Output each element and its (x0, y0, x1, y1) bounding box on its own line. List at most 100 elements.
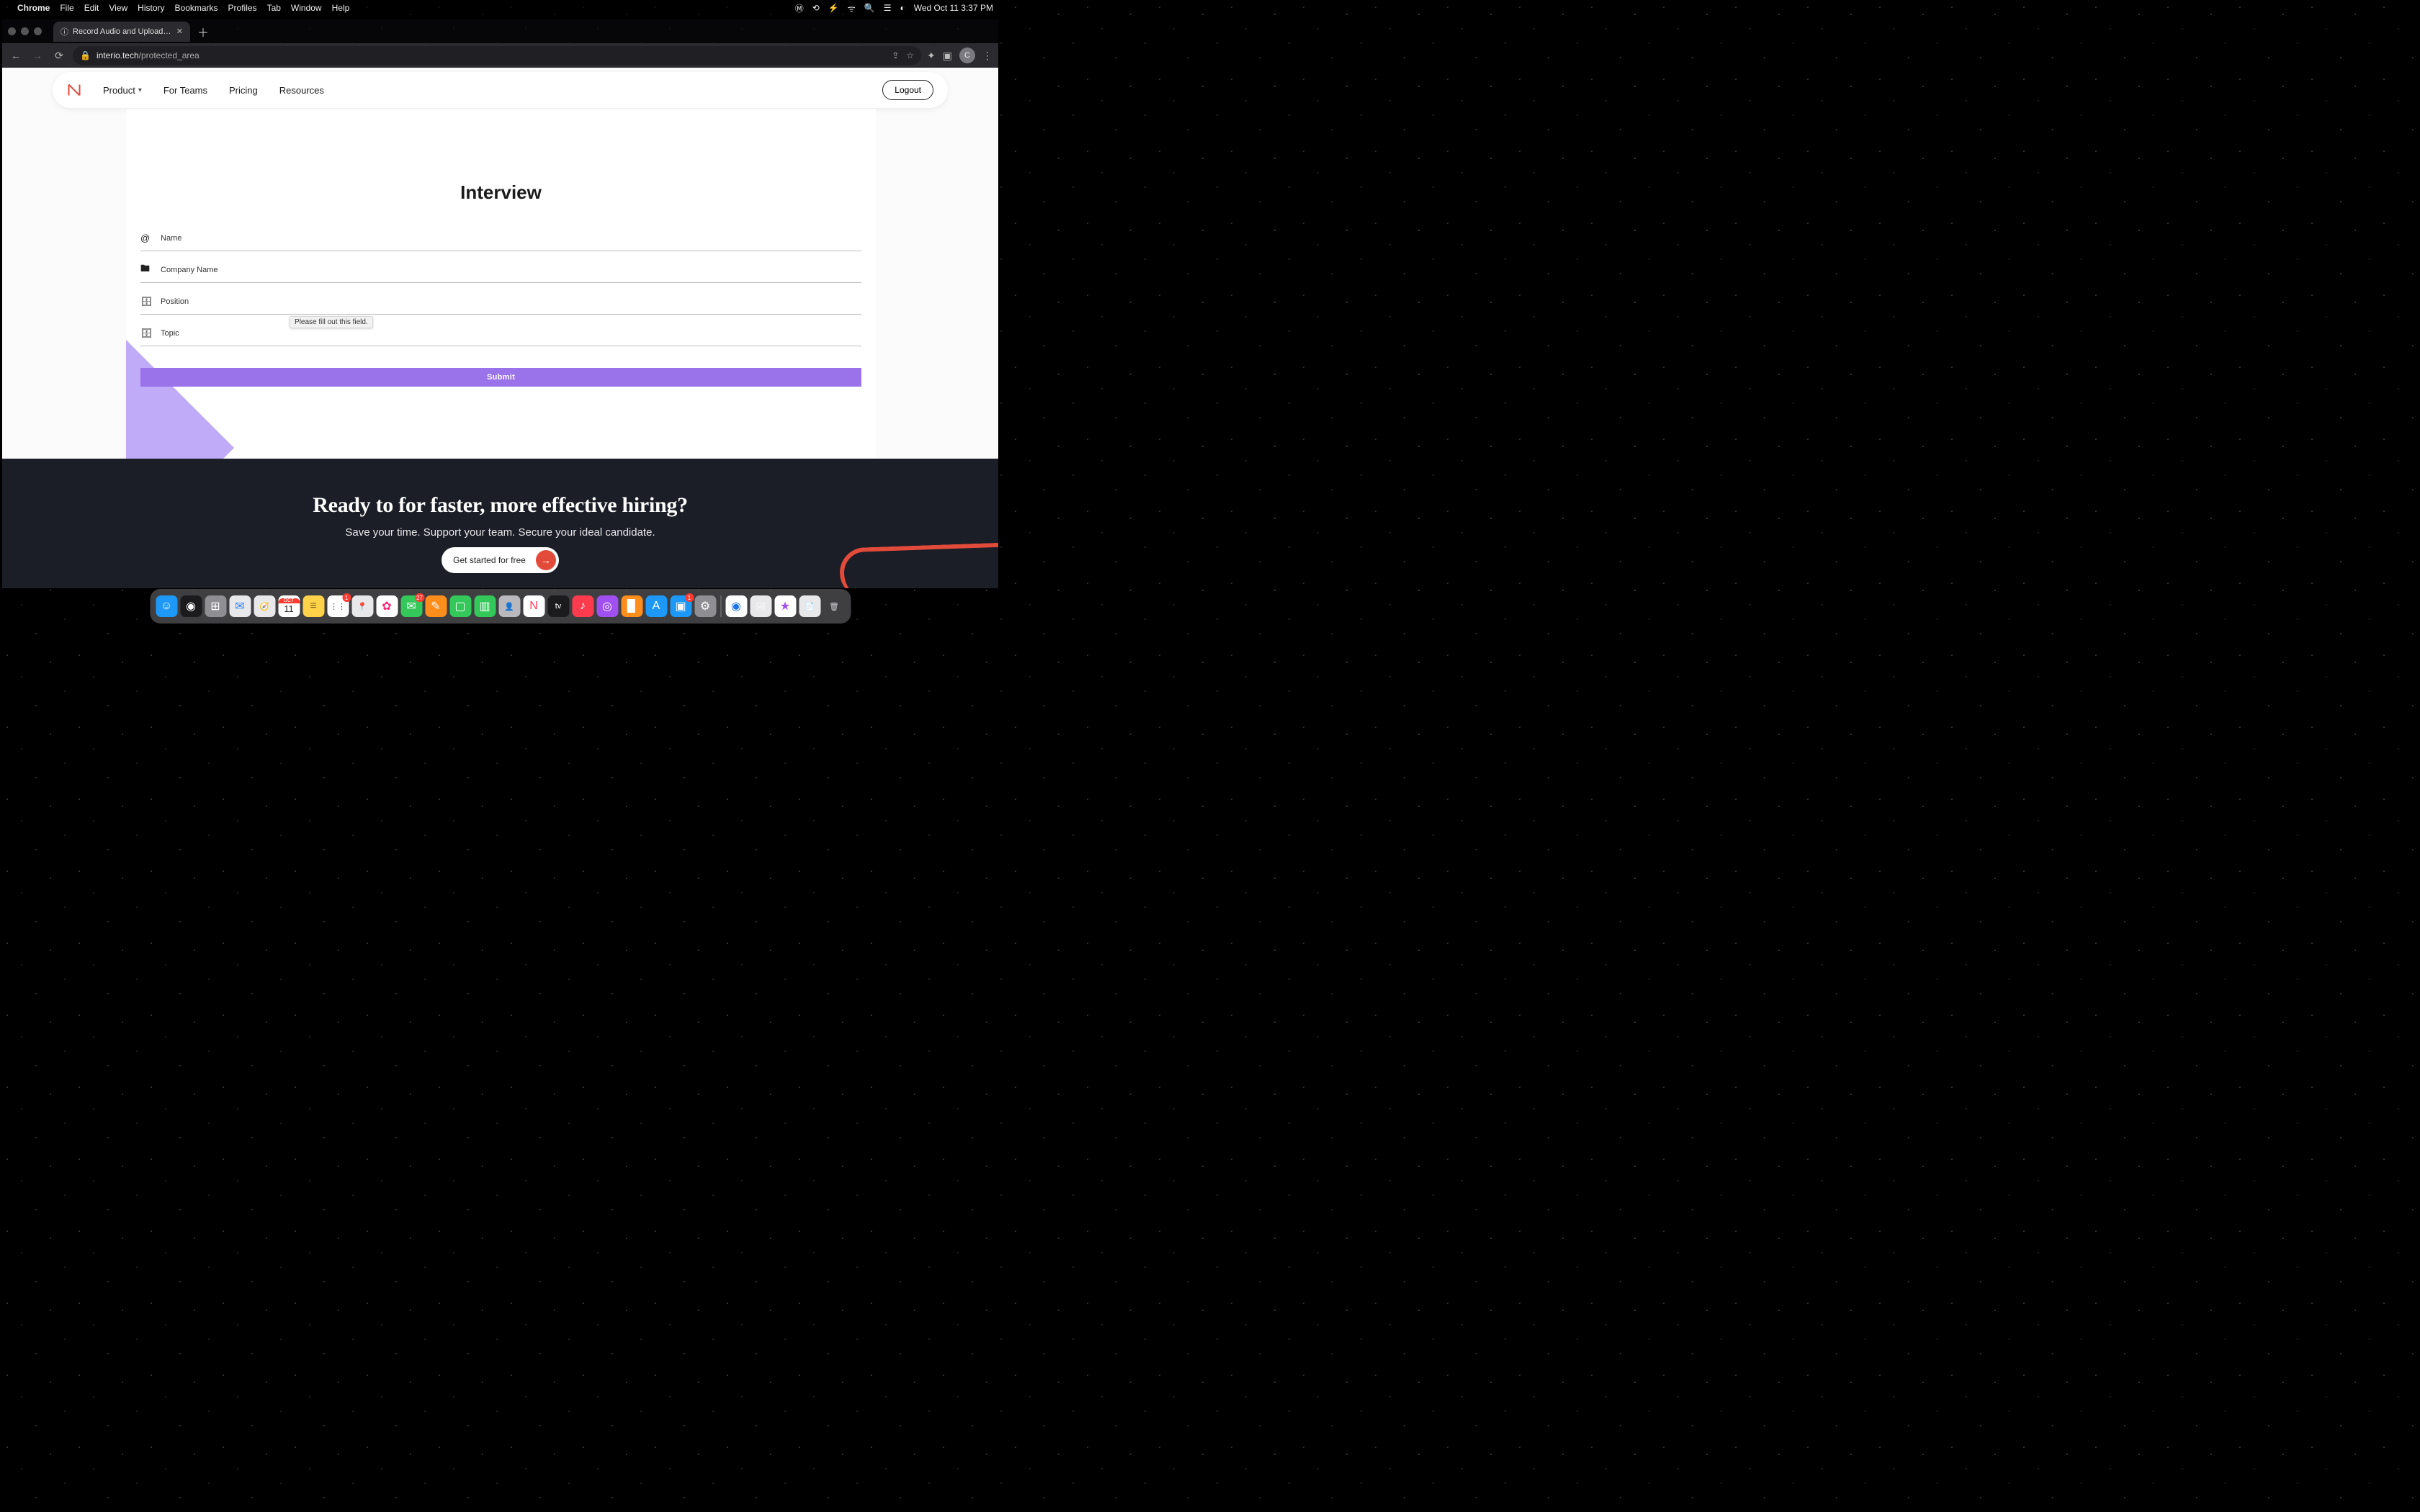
footer-sub: Save your time. Support your team. Secur… (345, 526, 655, 539)
malwarebytes-icon[interactable]: Ⓜ (795, 2, 804, 14)
menu-view[interactable]: View (109, 3, 127, 13)
reload-button[interactable]: ⟳ (51, 50, 67, 62)
lock-icon: 🔒 (80, 50, 91, 60)
user-icon[interactable]: ◐ (900, 3, 905, 13)
cc-icon[interactable]: ⟲ (812, 3, 820, 13)
menu-help[interactable]: Help (332, 3, 350, 13)
dock-reminders[interactable]: ⋮⋮1 (327, 595, 349, 617)
back-button[interactable]: ← (8, 50, 24, 61)
position-input[interactable] (161, 297, 861, 306)
dock-numbers[interactable]: ▥ (474, 595, 496, 617)
dock-preview[interactable]: 🖼 (750, 595, 771, 617)
form-title: Interview (140, 181, 861, 204)
profile-avatar[interactable]: C (959, 48, 975, 63)
field-topic: 🗄 (140, 320, 861, 346)
window-close[interactable] (8, 27, 16, 35)
control-center-icon[interactable]: ☰ (884, 3, 892, 13)
dock-settings[interactable]: ⚙ (694, 595, 716, 617)
dock-maps[interactable]: 📍 (351, 595, 373, 617)
app-name[interactable]: Chrome (17, 3, 50, 13)
site-logo-icon[interactable] (67, 82, 81, 98)
dock-itunes[interactable]: ★ (774, 595, 796, 617)
dock-news[interactable]: N (523, 595, 544, 617)
cta-footer: Ready to for faster, more effective hiri… (2, 459, 998, 588)
clock[interactable]: Wed Oct 11 3:37 PM (914, 3, 993, 13)
spotlight-icon[interactable]: 🔍 (864, 3, 875, 13)
url-domain: interio.tech (97, 50, 139, 60)
nav-product[interactable]: Product▾ (103, 85, 142, 96)
browser-toolbar: ← → ⟳ 🔒 interio.tech/protected_area ⇪ ☆ … (2, 43, 998, 68)
browser-tab[interactable]: ⓘ Record Audio and Upload to E ✕ (53, 22, 190, 42)
dock-contacts[interactable]: 👤 (498, 595, 520, 617)
topic-input[interactable] (161, 329, 861, 338)
name-input[interactable] (161, 234, 861, 243)
close-tab-icon[interactable]: ✕ (176, 27, 183, 36)
footer-headline: Ready to for faster, more effective hiri… (313, 493, 688, 518)
dock-photos[interactable]: ✿ (376, 595, 398, 617)
dock-messages[interactable]: ✉27 (400, 595, 422, 617)
logout-button[interactable]: Logout (882, 80, 933, 100)
dock-finder[interactable]: ☺ (156, 595, 177, 617)
url-path: /protected_area (139, 50, 200, 60)
macos-menubar: Chrome File Edit View History Bookmarks … (0, 0, 1000, 16)
badge: 1 (342, 593, 351, 602)
dock-launchpad[interactable]: ⊞ (205, 595, 226, 617)
menu-bookmarks[interactable]: Bookmarks (175, 3, 218, 13)
arrow-right-icon: → (536, 550, 556, 570)
sidepanel-icon[interactable]: ▣ (943, 50, 952, 62)
wifi-icon[interactable]: ᯤ (848, 2, 856, 14)
menu-profiles[interactable]: Profiles (228, 3, 257, 13)
nav-resources[interactable]: Resources (279, 85, 324, 96)
dock-safari[interactable]: 🧭 (254, 595, 275, 617)
dock-calendar[interactable]: OCT11 (278, 595, 300, 617)
dock-facetime[interactable]: ▢ (449, 595, 471, 617)
dock-separator (720, 595, 721, 617)
dock-music[interactable]: ♪ (572, 595, 593, 617)
battery-icon[interactable]: ⚡ (828, 3, 839, 13)
decorative-squiggle (839, 541, 998, 588)
at-icon: @ (140, 233, 151, 243)
page-viewport: Product▾ For Teams Pricing Resources Log… (2, 68, 998, 588)
site-nav: Product▾ For Teams Pricing Resources Log… (53, 72, 948, 108)
macos-dock: ☺◉⊞✉🧭OCT11≡⋮⋮1📍✿✉27✎▢▥👤Ntv♪◎▉A▣1⚙◉🖼★📄🗑 (150, 589, 851, 624)
forward-button[interactable]: → (30, 50, 45, 61)
dock-podcasts[interactable]: ◎ (596, 595, 618, 617)
new-tab-button[interactable]: ＋ (194, 23, 212, 40)
field-company: 🖿 (140, 257, 861, 283)
dock-trash[interactable]: 🗑 (823, 595, 845, 617)
menu-window[interactable]: Window (291, 3, 322, 13)
dock-mail[interactable]: ✉ (229, 595, 251, 617)
menu-file[interactable]: File (60, 3, 73, 13)
dock-textedit[interactable]: 📄 (799, 595, 820, 617)
tab-strip: ⓘ Record Audio and Upload to E ✕ ＋ (2, 19, 998, 43)
dock-notes[interactable]: ≡ (302, 595, 324, 617)
dock-zoom[interactable]: ▣1 (670, 595, 691, 617)
get-started-button[interactable]: Get started for free → (442, 547, 559, 573)
nav-for-teams[interactable]: For Teams (163, 85, 207, 96)
field-position: 🗄 (140, 289, 861, 315)
company-input[interactable] (161, 266, 861, 274)
dock-tv[interactable]: tv (547, 595, 569, 617)
info-icon: ⓘ (60, 26, 68, 37)
chevron-down-icon: ▾ (138, 86, 142, 94)
menu-tab[interactable]: Tab (267, 3, 281, 13)
address-bar[interactable]: 🔒 interio.tech/protected_area ⇪ ☆ (73, 46, 921, 65)
dock-siri[interactable]: ◉ (180, 595, 202, 617)
chrome-window: ⓘ Record Audio and Upload to E ✕ ＋ ← → ⟳… (2, 19, 998, 588)
share-icon[interactable]: ⇪ (892, 50, 899, 60)
bookmark-icon[interactable]: ☆ (906, 50, 914, 60)
validation-tooltip: Please fill out this field. (290, 316, 373, 328)
window-minimize[interactable] (21, 27, 29, 35)
dock-notes2[interactable]: ✎ (425, 595, 447, 617)
tab-title: Record Audio and Upload to E (73, 27, 172, 36)
dock-chrome[interactable]: ◉ (725, 595, 747, 617)
menu-history[interactable]: History (138, 3, 164, 13)
submit-button[interactable]: Submit (140, 368, 861, 387)
dock-books[interactable]: ▉ (621, 595, 642, 617)
dock-appstore[interactable]: A (645, 595, 667, 617)
chrome-menu-icon[interactable]: ⋮ (982, 50, 992, 62)
menu-edit[interactable]: Edit (84, 3, 99, 13)
nav-pricing[interactable]: Pricing (229, 85, 258, 96)
window-zoom[interactable] (34, 27, 42, 35)
extensions-icon[interactable]: ✦ (927, 50, 936, 62)
